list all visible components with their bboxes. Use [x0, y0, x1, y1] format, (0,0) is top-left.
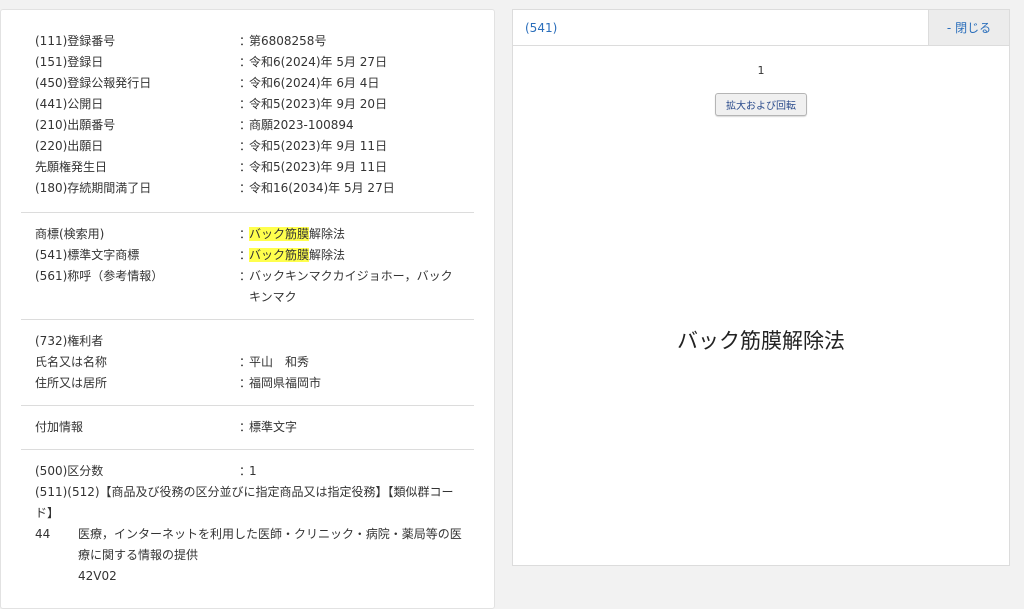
additional-info-value: 標準文字 [249, 420, 298, 434]
separator: ： [239, 139, 252, 153]
details-panel: (111)登録番号：第6808258号 (151)登録日：令和6(2024)年 5… [0, 9, 495, 609]
field-label: (441)公開日 [35, 97, 104, 111]
field-value: 令和6(2024)年 5月 27日 [249, 55, 388, 69]
additional-info-section: 付加情報 ： 標準文字 [21, 405, 474, 449]
owner-address-label: 住所又は居所 [35, 376, 108, 390]
owner-name-label: 氏名又は名称 [35, 355, 108, 369]
class-count-row: (500)区分数 ： 1 [35, 461, 474, 482]
standard-trademark-value: バック筋膜解除法 [249, 245, 474, 266]
field-label: (111)登録番号 [35, 34, 116, 48]
search-trademark-label: 商標(検索用) [35, 227, 105, 241]
field-value: 令和5(2023)年 9月 11日 [249, 160, 388, 174]
search-trademark-value: バック筋膜解除法 [249, 224, 474, 245]
owner-address-value: 福岡県福岡市 [249, 376, 322, 390]
classification-section: (500)区分数 ： 1 (511)(512)【商品及び役務の区分並びに指定商品… [21, 449, 474, 587]
plain-text: 解除法 [309, 227, 346, 241]
owner-heading: (732)権利者 [35, 334, 104, 348]
standard-trademark-row: (541)標準文字商標 ： バック筋膜解除法 [35, 245, 474, 266]
bibliographic-row: (111)登録番号 ：第6808258号 [35, 31, 474, 52]
separator: ： [239, 248, 252, 262]
field-label: (180)存続期間満了日 [35, 181, 152, 195]
reading-row: (561)称呼（参考情報） ： バックキンマクカイジョホー，バック キンマク [35, 266, 474, 308]
separator: ： [239, 160, 252, 174]
goods-heading: (511)(512)【商品及び役務の区分並びに指定商品又は指定役務】【類似群コー… [35, 485, 454, 520]
separator: ： [239, 181, 252, 195]
field-value: 第6808258号 [249, 34, 327, 48]
separator: ： [239, 76, 252, 90]
field-value: 令和5(2023)年 9月 20日 [249, 97, 388, 111]
separator: ： [239, 118, 252, 132]
bibliographic-section: (111)登録番号：第6808258号 (151)登録日：令和6(2024)年 5… [1, 10, 494, 212]
separator: ： [239, 464, 252, 478]
class-count-value: 1 [249, 464, 257, 478]
field-value: 令和5(2023)年 9月 11日 [249, 139, 388, 153]
additional-info-label: 付加情報 [35, 420, 84, 434]
field-label: 先願権発生日 [35, 160, 108, 174]
separator: ： [239, 55, 252, 69]
field-value: 令和16(2034)年 5月 27日 [249, 181, 395, 195]
bibliographic-row: (441)公開日 ：令和5(2023)年 9月 20日 [35, 94, 474, 115]
field-label: (151)登録日 [35, 55, 104, 69]
reading-value: バックキンマクカイジョホー，バック キンマク [249, 269, 453, 304]
separator: ： [239, 269, 252, 283]
separator: ： [239, 376, 252, 390]
field-value: 商願2023-100894 [249, 118, 354, 132]
viewer-title: (541) [525, 20, 558, 35]
separator: ： [239, 97, 252, 111]
bibliographic-row: 先願権発生日 ：令和5(2023)年 9月 11日 [35, 157, 474, 178]
class-number: 44 [35, 527, 51, 541]
field-label: (450)登録公報発行日 [35, 76, 152, 90]
owner-name-row: 氏名又は名称 ： 平山 和秀 [35, 352, 474, 373]
separator: ： [239, 227, 252, 241]
similar-group-code: 42V02 [78, 569, 117, 583]
goods-description: 医療，インターネットを利用した医師・クリニック・病院・薬局等の医 療に関する情報… [78, 524, 474, 587]
trademark-image-text: バック筋膜解除法 [677, 329, 845, 353]
separator: ： [239, 355, 252, 369]
goods-row: 44 医療，インターネットを利用した医師・クリニック・病院・薬局等の医 療に関す… [35, 524, 474, 587]
standard-trademark-label: (541)標準文字商標 [35, 248, 140, 262]
additional-info-row: 付加情報 ： 標準文字 [35, 417, 474, 438]
field-value: 令和6(2024)年 6月 4日 [249, 76, 380, 90]
bibliographic-row: (450)登録公報発行日 ：令和6(2024)年 6月 4日 [35, 73, 474, 94]
close-button[interactable]: - 閉じる [928, 10, 1009, 45]
owner-section: (732)権利者 氏名又は名称 ： 平山 和秀 住所又は居所 ： 福岡県福岡市 [21, 319, 474, 405]
separator: ： [239, 420, 252, 434]
page-number: 1 [757, 64, 765, 77]
reading-label: (561)称呼（参考情報） [35, 269, 164, 283]
field-label: (210)出願番号 [35, 118, 116, 132]
search-trademark-row: 商標(検索用) ： バック筋膜解除法 [35, 224, 474, 245]
separator: ： [239, 34, 252, 48]
field-label: (220)出願日 [35, 139, 104, 153]
trademark-viewer: (541) - 閉じる 1 拡大および回転 バック筋膜解除法 [512, 9, 1010, 566]
bibliographic-row: (210)出願番号 ：商願2023-100894 [35, 115, 474, 136]
highlighted-text: バック筋膜 [249, 227, 310, 241]
owner-name-value: 平山 和秀 [249, 355, 310, 369]
trademark-section: 商標(検索用) ： バック筋膜解除法 (541)標準文字商標 ： バック筋膜解除… [21, 212, 474, 319]
bibliographic-row: (180)存続期間満了日 ：令和16(2034)年 5月 27日 [35, 178, 474, 199]
viewer-header: (541) - 閉じる [513, 10, 1009, 46]
bibliographic-row: (151)登録日 ：令和6(2024)年 5月 27日 [35, 52, 474, 73]
zoom-rotate-button[interactable]: 拡大および回転 [715, 93, 807, 116]
highlighted-text: バック筋膜 [249, 248, 310, 262]
plain-text: 解除法 [309, 248, 346, 262]
goods-text: 医療，インターネットを利用した医師・クリニック・病院・薬局等の医 療に関する情報… [78, 527, 462, 562]
class-count-label: (500)区分数 [35, 464, 104, 478]
bibliographic-row: (220)出願日 ：令和5(2023)年 9月 11日 [35, 136, 474, 157]
owner-address-row: 住所又は居所 ： 福岡県福岡市 [35, 373, 474, 394]
